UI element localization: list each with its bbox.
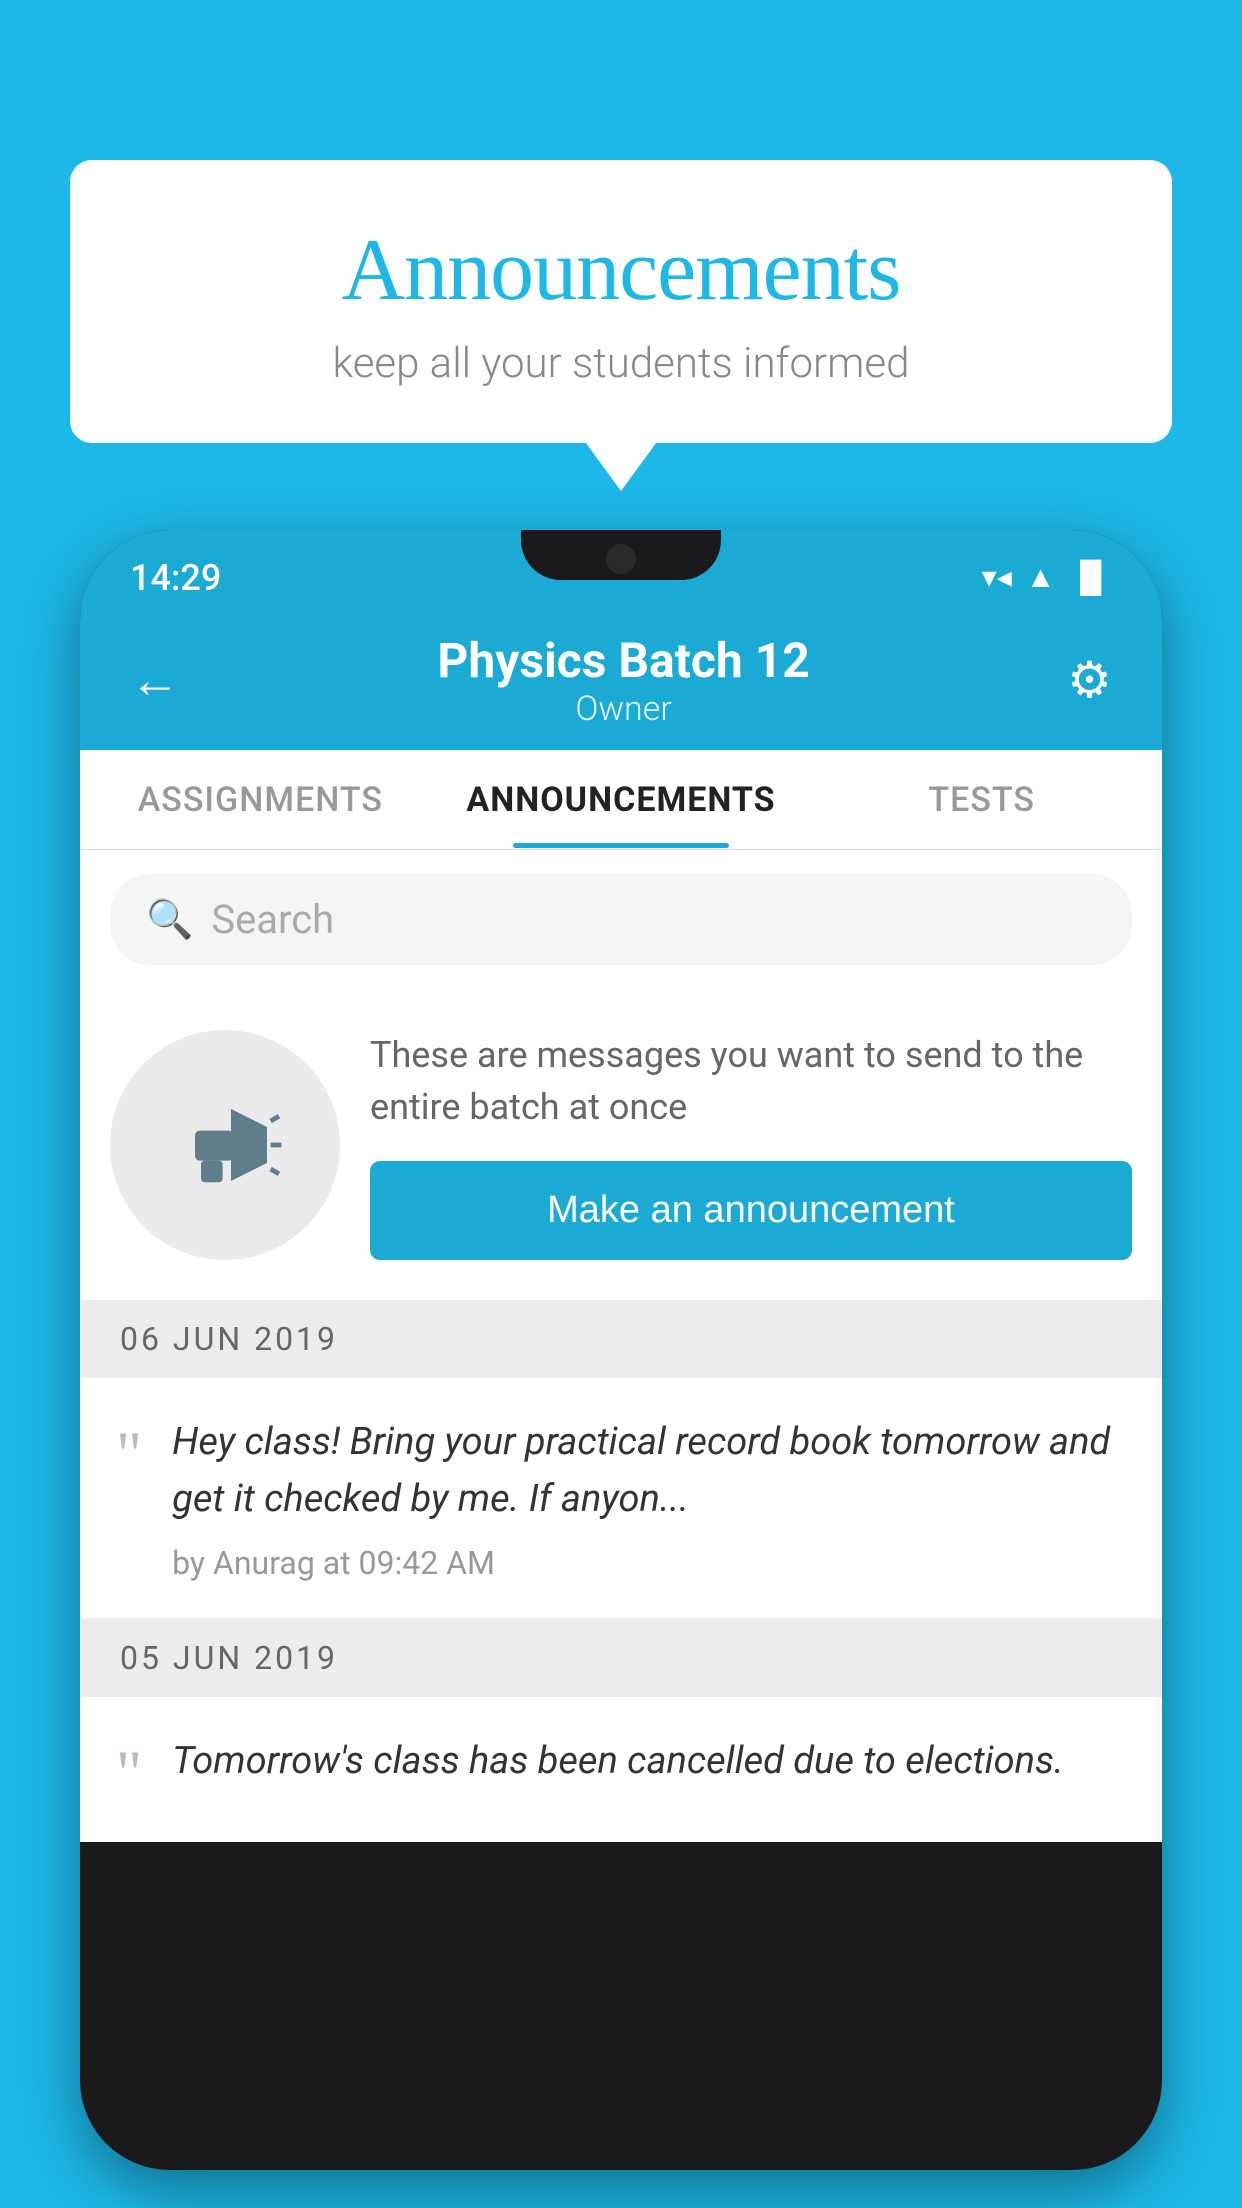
announcement-content-1: Hey class! Bring your practical record b… (172, 1414, 1126, 1582)
promo-description: These are messages you want to send to t… (370, 1029, 1132, 1133)
tab-tests[interactable]: TESTS (801, 752, 1162, 848)
tab-announcements[interactable]: ANNOUNCEMENTS (441, 752, 802, 848)
date-separator-2: 05 JUN 2019 (80, 1619, 1162, 1697)
header-subtitle: Owner (437, 689, 809, 729)
speech-bubble-container: Announcements keep all your students inf… (70, 160, 1172, 443)
speech-bubble-subtitle: keep all your students informed (130, 339, 1112, 388)
tab-assignments[interactable]: ASSIGNMENTS (80, 752, 441, 848)
promo-right: These are messages you want to send to t… (370, 1029, 1132, 1260)
date-separator-1: 06 JUN 2019 (80, 1300, 1162, 1378)
search-icon: 🔍 (146, 898, 193, 942)
phone: 14:29 ▾◂ ▲ ▐▌ ← Physics Batch 12 Owner ⚙… (80, 530, 1162, 2170)
wifi-icon: ▾◂ (982, 560, 1012, 595)
announcement-item-1[interactable]: " Hey class! Bring your practical record… (80, 1378, 1162, 1619)
make-announcement-button[interactable]: Make an announcement (370, 1161, 1132, 1260)
search-bar[interactable]: 🔍 Search (110, 874, 1132, 965)
gear-icon[interactable]: ⚙ (1067, 651, 1112, 710)
announcement-item-2[interactable]: " Tomorrow's class has been cancelled du… (80, 1697, 1162, 1842)
tabs-bar: ASSIGNMENTS ANNOUNCEMENTS TESTS (80, 750, 1162, 850)
phone-notch (521, 530, 721, 580)
phone-camera (606, 544, 636, 574)
signal-icon: ▲ (1026, 560, 1056, 595)
header-title: Physics Batch 12 (437, 632, 809, 689)
announcement-meta-1: by Anurag at 09:42 AM (172, 1544, 1126, 1582)
announcement-text-1: Hey class! Bring your practical record b… (172, 1414, 1126, 1528)
battery-icon: ▐▌ (1069, 560, 1112, 595)
search-placeholder: Search (211, 896, 334, 943)
announcement-content-2: Tomorrow's class has been cancelled due … (172, 1733, 1126, 1806)
back-button[interactable]: ← (130, 651, 180, 710)
app-header: ← Physics Batch 12 Owner ⚙ (80, 610, 1162, 750)
quote-icon-2: " (116, 1733, 142, 1806)
phone-content: 🔍 Search These are me (80, 850, 1162, 1842)
announcement-promo: These are messages you want to send to t… (80, 989, 1162, 1300)
speech-bubble-title: Announcements (130, 220, 1112, 321)
speech-bubble: Announcements keep all your students inf… (70, 160, 1172, 443)
quote-icon-1: " (116, 1414, 142, 1582)
status-icons: ▾◂ ▲ ▐▌ (982, 560, 1112, 595)
header-center: Physics Batch 12 Owner (437, 632, 809, 729)
megaphone-circle (110, 1030, 340, 1260)
phone-wrapper: 14:29 ▾◂ ▲ ▐▌ ← Physics Batch 12 Owner ⚙… (80, 530, 1162, 2208)
status-time: 14:29 (130, 557, 221, 599)
megaphone-icon (165, 1085, 285, 1205)
announcement-text-2: Tomorrow's class has been cancelled due … (172, 1733, 1126, 1790)
search-bar-container: 🔍 Search (80, 850, 1162, 989)
